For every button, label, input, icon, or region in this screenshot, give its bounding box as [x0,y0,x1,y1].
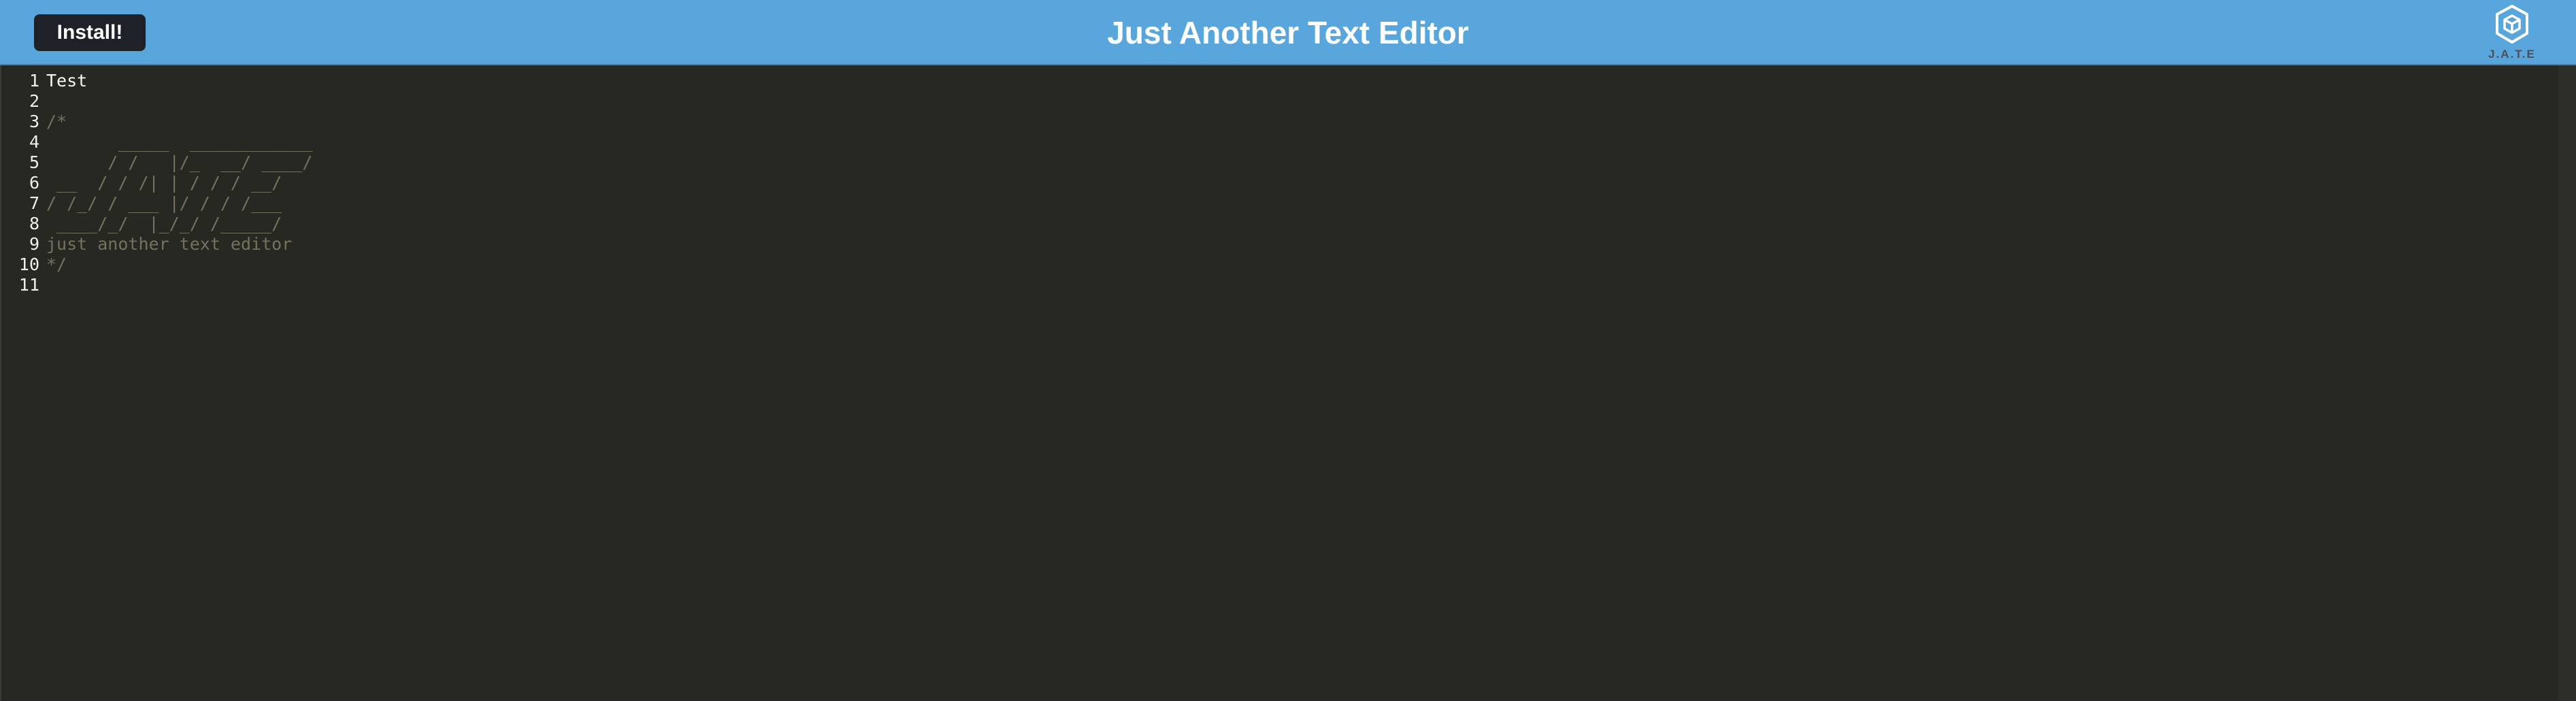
editor-content[interactable]: Test /* _____ ____________ / / |/_ __/ __… [46,71,312,295]
code-editor[interactable]: 1 2 3 4 5 6 7 8 9 10 11 Test /* _____ ____________ … [0,65,2576,701]
line-number: 10 [18,255,39,274]
line-number: 11 [18,275,39,295]
logo: J.A.T.E [2483,3,2541,64]
cube-icon [2496,5,2528,44]
install-button[interactable]: Install! [34,14,146,51]
code-line[interactable]: / / |/_ __/ ____/ [46,152,312,173]
line-number: 3 [29,112,39,131]
line-number: 8 [29,214,39,233]
navbar: Install! Just Another Text Editor J.A.T.… [0,0,2576,65]
line-number: 4 [29,132,39,152]
line-number: 5 [29,152,39,172]
logo-text: J.A.T.E [2488,48,2536,61]
code-line[interactable]: Test [46,71,312,91]
code-line[interactable]: / /_/ / ___ |/ / / /___ [46,193,312,214]
app-title: Just Another Text Editor [1107,15,1469,50]
code-line[interactable]: __ / / /| | / / / __/ [46,173,312,193]
line-number-gutter: 1 2 3 4 5 6 7 8 9 10 11 [4,71,39,295]
line-number: 7 [29,193,39,213]
vertical-scrollbar[interactable] [2558,65,2576,701]
line-number: 2 [29,91,39,111]
code-line[interactable]: ____/_/ |_/_/ /_____/ [46,214,312,234]
code-line[interactable] [46,91,312,112]
code-line[interactable]: /* [46,112,312,132]
code-line[interactable]: _____ ____________ [46,132,312,152]
line-number: 9 [29,234,39,254]
code-line[interactable]: */ [46,255,312,275]
code-line[interactable] [46,275,312,295]
line-number: 6 [29,173,39,193]
line-number: 1 [29,71,39,91]
code-line[interactable]: just another text editor [46,234,312,255]
